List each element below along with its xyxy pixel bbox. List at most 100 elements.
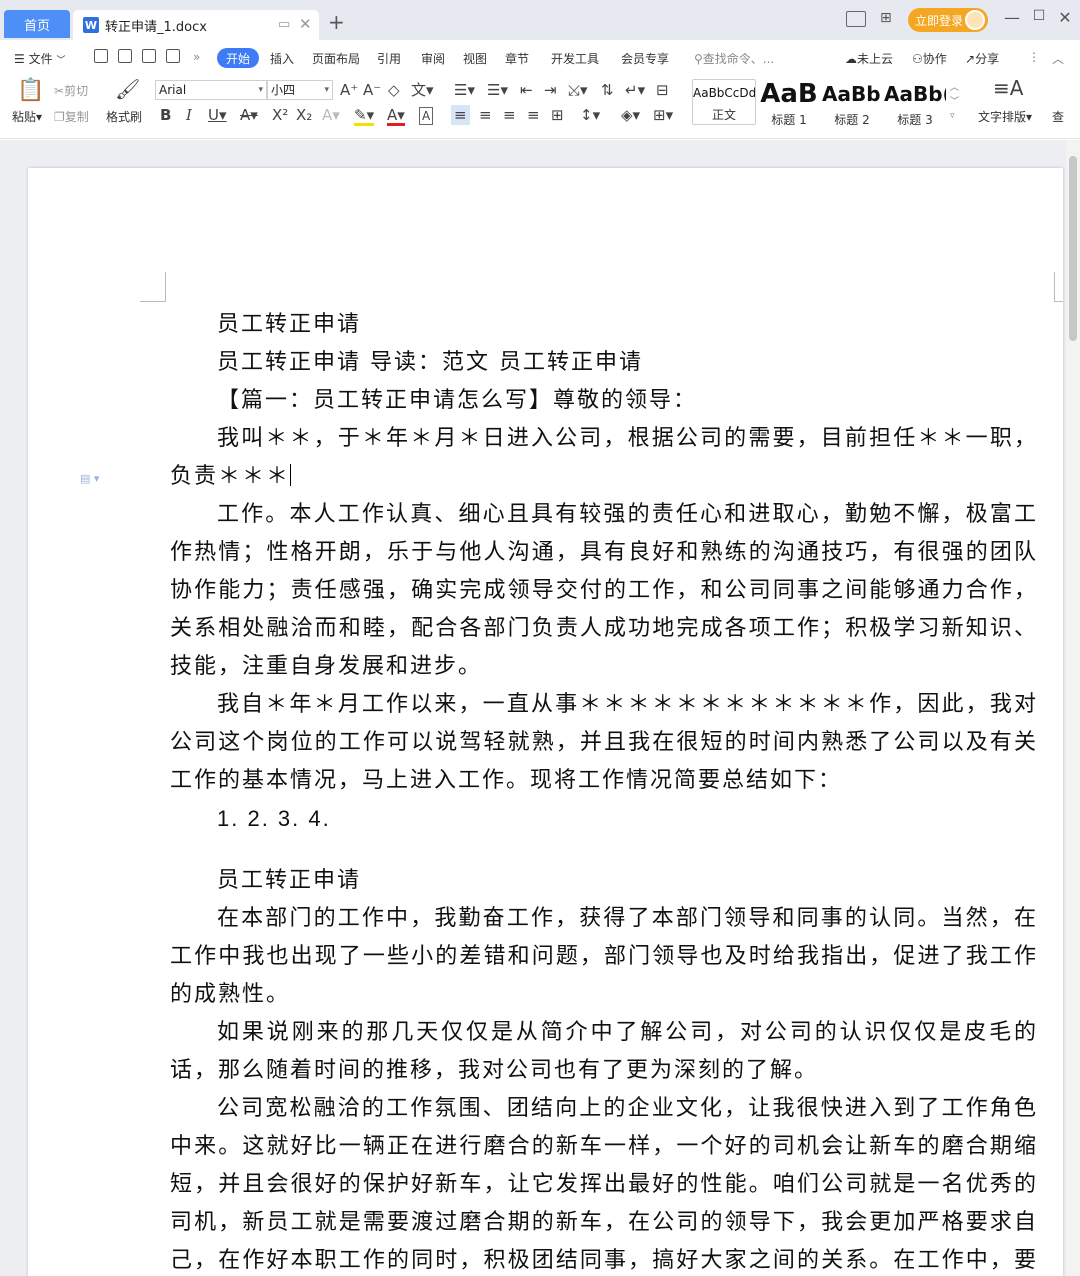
save-icon[interactable]: [94, 49, 108, 63]
char-border-icon[interactable]: A: [419, 107, 434, 125]
align-left-icon[interactable]: ≡: [451, 105, 470, 125]
copy-button[interactable]: ❐复制: [54, 108, 89, 125]
paragraph[interactable]: 1. 2. 3. 4.: [170, 800, 1038, 838]
bold-icon[interactable]: B: [160, 107, 171, 123]
distributed-icon[interactable]: ⊞: [551, 107, 564, 123]
paragraph[interactable]: 工作。本人工作认真、细心且具有较强的责任心和进取心，勤勉不懈，极富工作热情；性格…: [170, 496, 1038, 686]
tab-section[interactable]: 章节: [505, 50, 529, 67]
underline-icon[interactable]: U▾: [208, 107, 227, 123]
style-normal-preview: AaBbCcDd: [693, 86, 755, 100]
print-icon[interactable]: [142, 49, 156, 63]
italic-icon[interactable]: I: [186, 107, 192, 123]
chinese-layout-icon[interactable]: ⤩▾: [568, 82, 588, 98]
tab-developer[interactable]: 开发工具: [551, 50, 599, 67]
export-pdf-icon[interactable]: [118, 49, 132, 63]
bullet-list-icon[interactable]: ☰▾: [454, 82, 475, 98]
find-button[interactable]: 查: [1052, 108, 1064, 125]
paragraph[interactable]: 我自＊年＊月工作以来，一直从事＊＊＊＊＊＊＊＊＊＊＊＊作，因此，我对公司这个岗位…: [170, 686, 1038, 800]
tab-page-layout[interactable]: 页面布局: [312, 50, 360, 67]
paragraph-with-caret[interactable]: 我叫＊＊，于＊年＊月＊日进入公司，根据公司的需要，目前担任＊＊一职，负责＊＊＊: [170, 420, 1038, 496]
file-menu[interactable]: ☰ 文件 ﹀: [14, 50, 65, 67]
paragraph[interactable]: 公司宽松融洽的工作氛围、团结向上的企业文化，让我很快进入到了工作角色中来。这就好…: [170, 1090, 1038, 1276]
more-options-icon[interactable]: ⋮: [1028, 50, 1040, 64]
tab-member[interactable]: 会员专享: [621, 50, 669, 67]
style-heading-3[interactable]: AaBb( 标题 3: [884, 79, 946, 127]
tab-review[interactable]: 审阅: [421, 50, 445, 67]
justify-icon[interactable]: ≡: [527, 107, 540, 123]
font-size-select[interactable]: 小四 ▾: [267, 80, 333, 100]
sort-icon[interactable]: ⇅: [601, 82, 614, 98]
window-layout-icon[interactable]: [846, 11, 866, 27]
chevron-down-icon: ▾: [258, 85, 263, 95]
command-search[interactable]: ⚲查找命令、...: [694, 50, 774, 67]
increase-font-icon[interactable]: A⁺: [340, 82, 358, 98]
document-tab[interactable]: W 转正申请_1.docx ▭ ✕: [73, 10, 319, 40]
tab-insert[interactable]: 插入: [270, 50, 294, 67]
collapse-ribbon-icon[interactable]: ︿: [1052, 50, 1064, 67]
style-heading-3-label: 标题 3: [897, 113, 933, 127]
vertical-scrollbar[interactable]: [1066, 140, 1080, 1276]
paragraph[interactable]: 在本部门的工作中，我勤奋工作，获得了本部门领导和同事的认同。当然，在工作中我也出…: [170, 900, 1038, 1014]
line-spacing-icon[interactable]: ↕▾: [580, 107, 600, 123]
scrollbar-thumb[interactable]: [1069, 156, 1077, 341]
decrease-indent-icon[interactable]: ⇤: [520, 82, 533, 98]
paragraph[interactable]: 如果说刚来的那几天仅仅是从简介中了解公司，对公司的认识仅仅是皮毛的话，那么随着时…: [170, 1014, 1038, 1090]
apps-grid-icon[interactable]: ⊞: [880, 11, 896, 27]
home-tab[interactable]: 首页: [4, 10, 70, 38]
tab-view[interactable]: 视图: [463, 50, 487, 67]
close-window-icon[interactable]: ✕: [1054, 8, 1076, 27]
strikethrough-icon[interactable]: A▾: [240, 107, 258, 123]
font-color-icon[interactable]: A▾: [387, 107, 405, 126]
superscript-icon[interactable]: X²: [272, 107, 288, 123]
style-heading-2[interactable]: AaBb( 标题 2: [822, 79, 882, 127]
font-name-value: Arial: [159, 83, 187, 97]
document-tab-title: 转正申请_1.docx: [105, 19, 207, 35]
paragraph[interactable]: 员工转正申请: [170, 862, 1038, 900]
text-layout-icon[interactable]: ≡A: [993, 78, 1023, 98]
tab-start[interactable]: 开始: [217, 48, 259, 68]
text-effect-icon[interactable]: A▾: [322, 107, 340, 123]
login-button[interactable]: 立即登录: [908, 8, 988, 32]
tab-references[interactable]: 引用: [377, 50, 401, 67]
tab-pin-icon[interactable]: ▭: [278, 17, 290, 32]
text-layout-button[interactable]: 文字排版▾: [978, 108, 1032, 125]
format-painter-button[interactable]: 格式刷: [106, 108, 142, 125]
borders-icon[interactable]: ⊞▾: [653, 107, 673, 123]
style-normal[interactable]: AaBbCcDd 正文: [692, 79, 756, 125]
paragraph-layout-icon[interactable]: ▤ ▾: [80, 472, 99, 485]
decrease-font-icon[interactable]: A⁻: [363, 82, 381, 98]
style-heading-1[interactable]: AaB 标题 1: [757, 79, 821, 127]
increase-indent-icon[interactable]: ⇥: [544, 82, 557, 98]
new-tab-icon[interactable]: +: [328, 12, 345, 32]
tab-close-icon[interactable]: ✕: [299, 15, 312, 33]
paste-icon[interactable]: 📋: [17, 80, 44, 102]
paragraph-text: 我叫＊＊，于＊年＊月＊日进入公司，根据公司的需要，目前担任＊＊一职，负责＊＊＊: [170, 426, 1038, 489]
cloud-status[interactable]: ☁未上云: [845, 50, 893, 67]
font-name-select[interactable]: Arial ▾: [155, 80, 267, 100]
format-painter-icon[interactable]: 🖌: [115, 79, 140, 99]
tab-stops-icon[interactable]: ⊟: [656, 82, 669, 98]
paragraph[interactable]: 员工转正申请: [170, 306, 1038, 344]
paragraph[interactable]: 【篇一：员工转正申请怎么写】尊敬的领导：: [170, 382, 1038, 420]
print-preview-icon[interactable]: [166, 49, 180, 63]
more-quick-access-icon[interactable]: »: [193, 50, 200, 64]
maximize-icon[interactable]: ☐: [1028, 8, 1050, 24]
style-heading-3-preview: AaBb(: [884, 82, 946, 106]
style-heading-1-preview: AaB: [760, 79, 818, 109]
phonetic-guide-icon[interactable]: 文▾: [411, 82, 434, 98]
cut-button[interactable]: ✂剪切: [54, 82, 88, 99]
highlight-icon[interactable]: ✎▾: [354, 107, 375, 126]
clear-format-icon[interactable]: ◇: [388, 82, 400, 98]
minimize-icon[interactable]: —: [1001, 8, 1023, 27]
align-center-icon[interactable]: ≡: [479, 107, 492, 123]
shading-icon[interactable]: ◈▾: [621, 107, 640, 123]
paste-button[interactable]: 粘贴▾: [12, 108, 42, 125]
subscript-icon[interactable]: X₂: [296, 107, 312, 123]
show-marks-icon[interactable]: ↵▾: [625, 82, 645, 98]
align-right-icon[interactable]: ≡: [503, 107, 516, 123]
paragraph[interactable]: 员工转正申请 导读：范文 员工转正申请: [170, 344, 1038, 382]
collaborate-button[interactable]: ⚇协作: [912, 50, 947, 67]
styles-scroll-icon[interactable]: ︿ ﹀ ▿: [950, 81, 959, 123]
numbered-list-icon[interactable]: ☰▾: [487, 82, 508, 98]
share-button[interactable]: ↗分享: [965, 50, 999, 67]
